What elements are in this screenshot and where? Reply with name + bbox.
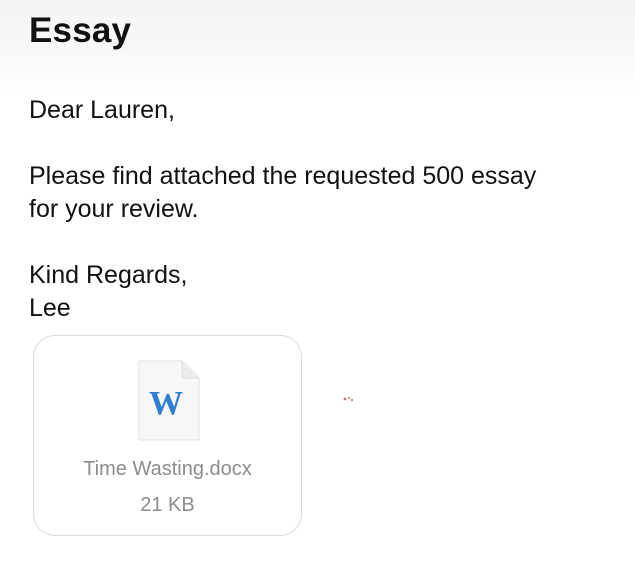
- email-message-line-1: Please find attached the requested 500 e…: [29, 162, 537, 190]
- mail-header: Essay: [0, 0, 635, 92]
- cursor-artifact: [342, 391, 354, 402]
- word-document-icon: W: [136, 360, 200, 442]
- email-subject-title: Essay: [29, 11, 132, 50]
- email-signoff: Kind Regards,: [29, 261, 188, 289]
- word-document-icon-letter: W: [149, 385, 183, 422]
- email-signature: Lee: [29, 294, 71, 322]
- email-body: Dear Lauren, Please find attached the re…: [29, 94, 619, 325]
- attachment-card[interactable]: W Time Wasting.docx 21 KB: [33, 335, 302, 536]
- email-message-line-2: for your review.: [29, 195, 199, 223]
- attachment-size: 21 KB: [140, 494, 195, 516]
- email-message: Please find attached the requested 500 e…: [29, 160, 619, 226]
- email-greeting: Dear Lauren,: [29, 96, 175, 124]
- attachment-filename: Time Wasting.docx: [83, 458, 252, 480]
